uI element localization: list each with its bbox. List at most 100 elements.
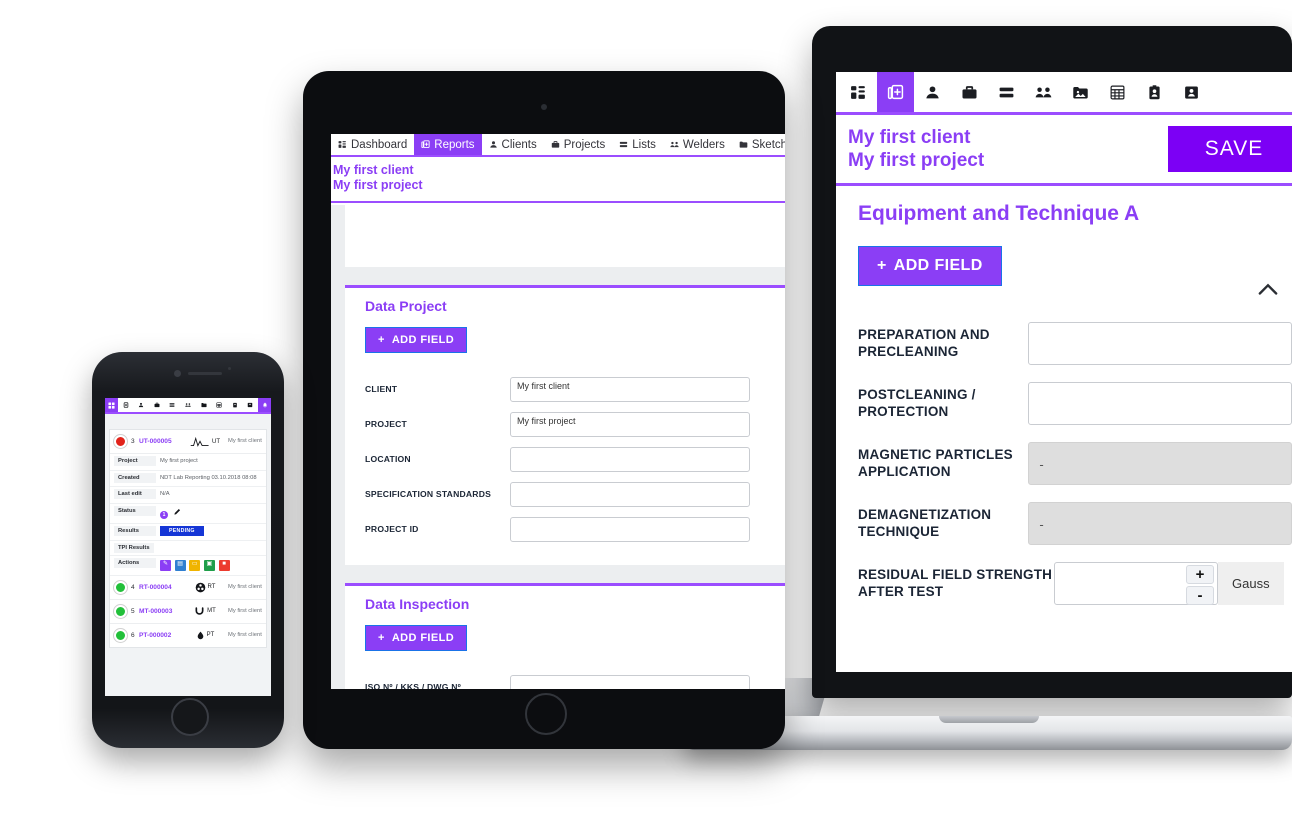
status-dot xyxy=(114,580,127,594)
add-field-button[interactable]: + ADD FIELD xyxy=(858,246,1002,286)
detail-key: Project xyxy=(114,456,156,466)
calculator-icon[interactable] xyxy=(211,402,227,408)
field-label: LOCATION xyxy=(365,453,411,464)
list-item[interactable]: 5 MT-000003 MT My first client xyxy=(110,600,266,624)
contact-card-icon[interactable] xyxy=(227,402,243,408)
edit-action[interactable]: ✎ xyxy=(160,559,171,571)
phone-device: 3 UT-000005 UT My first client Project M… xyxy=(92,352,284,748)
report-code[interactable]: PT-000002 xyxy=(139,632,182,639)
briefcase-icon[interactable] xyxy=(149,402,165,408)
person-icon[interactable] xyxy=(134,402,150,408)
nav-item-projects[interactable]: Projects xyxy=(544,134,613,155)
report-code[interactable]: RT-000004 xyxy=(139,584,182,591)
nav-item-dashboard[interactable]: Dashboard xyxy=(331,134,414,155)
delete-action[interactable]: ■ xyxy=(218,559,230,571)
nav-item-clients[interactable]: Clients xyxy=(482,134,544,155)
status-dot xyxy=(114,604,127,618)
phone-camera xyxy=(174,370,181,377)
page-title: Equipment and Technique A xyxy=(858,202,1140,225)
document-action[interactable]: ▤ xyxy=(174,559,186,571)
location-input[interactable] xyxy=(510,446,750,472)
form-field-row: SPECIFICATION STANDARDS xyxy=(365,481,785,507)
form-field-row: LOCATION xyxy=(365,446,785,472)
list-item[interactable]: 6 PT-000002 PT My first client xyxy=(110,624,266,647)
save-button[interactable]: SAVE xyxy=(1168,126,1292,172)
data-project-card: Data Project + ADD FIELD CLIENT My first… xyxy=(345,284,785,565)
dashboard-grid-icon[interactable] xyxy=(105,398,118,412)
report-code[interactable]: MT-000003 xyxy=(139,608,182,615)
stepper-decrement-button[interactable]: - xyxy=(1186,586,1214,605)
nav-item-sketches[interactable]: Sketches xyxy=(732,134,785,155)
detail-value: PENDING xyxy=(156,526,208,538)
specification-standards-input[interactable] xyxy=(510,481,750,507)
nav-label: Welders xyxy=(682,138,725,151)
form-field-row: PREPARATION AND PRECLEANING xyxy=(858,322,1292,365)
lists-icon[interactable] xyxy=(988,72,1025,112)
client-name: My first client xyxy=(228,607,262,614)
list-item[interactable]: 3 UT-000005 UT My first client xyxy=(110,430,266,454)
account-icon[interactable] xyxy=(1173,72,1210,112)
detail-key: Status xyxy=(114,505,156,516)
reports-list: 3 UT-000005 UT My first client Project M… xyxy=(105,414,271,696)
iso-kks-dwg-input[interactable] xyxy=(510,674,750,689)
laptop-header: My first client My first project SAVE xyxy=(836,115,1292,186)
laptop-toolbar xyxy=(836,72,1292,115)
group-icon[interactable] xyxy=(180,402,196,408)
contact-card-icon[interactable] xyxy=(1136,72,1173,112)
laptop-field-list: PREPARATION AND PRECLEANING POSTCLEANING… xyxy=(858,322,1292,605)
laptop-screen: My first client My first project SAVE Eq… xyxy=(836,72,1292,672)
nav-label: Sketches xyxy=(751,138,785,151)
chevron-up-icon[interactable] xyxy=(1254,276,1282,304)
stepper-increment-button[interactable]: + xyxy=(1186,565,1214,584)
demagnetization-technique-input[interactable]: - xyxy=(1028,502,1292,545)
sketches-image-icon[interactable] xyxy=(1062,72,1099,112)
plus-icon: + xyxy=(877,257,887,274)
phone-sensor xyxy=(228,367,231,370)
status-badge[interactable]: 1 xyxy=(160,510,168,519)
card-gap xyxy=(331,564,785,583)
reports-add-icon[interactable] xyxy=(877,72,914,112)
nav-item-reports[interactable]: Reports xyxy=(414,134,482,155)
comment-action[interactable]: ▭ xyxy=(189,559,201,571)
calculator-icon[interactable] xyxy=(1099,72,1136,112)
preparation-and-precleaning-input[interactable] xyxy=(1028,322,1292,365)
nav-item-lists[interactable]: Lists xyxy=(612,134,663,155)
magnetic-particles-application-input[interactable]: - xyxy=(1028,442,1292,485)
notification-bell-icon[interactable] xyxy=(258,398,271,412)
client-input[interactable]: My first client xyxy=(510,376,750,402)
account-icon[interactable] xyxy=(243,402,259,408)
welders-group-icon[interactable] xyxy=(1025,72,1062,112)
nav-item-welders[interactable]: Welders xyxy=(663,134,732,155)
unit-label: Gauss xyxy=(1218,562,1284,605)
list-item[interactable]: 4 RT-000004 RT My first client xyxy=(110,576,266,600)
ultrasonic-waveform-icon xyxy=(190,436,209,447)
dashboard-grid-icon[interactable] xyxy=(840,72,877,112)
projects-briefcase-icon[interactable] xyxy=(951,72,988,112)
export-action[interactable]: ▣ xyxy=(203,559,215,571)
form-field-row: PROJECT ID xyxy=(365,516,785,542)
phone-home-button[interactable] xyxy=(171,698,209,736)
tablet-home-button[interactable] xyxy=(525,693,567,735)
project-id-input[interactable] xyxy=(510,516,750,542)
detail-value: N/A xyxy=(160,491,170,498)
add-field-button[interactable]: + ADD FIELD xyxy=(365,624,468,651)
detail-value: 1 xyxy=(156,506,185,522)
nav-label: Clients xyxy=(501,138,537,151)
tablet-header: My first client My first project xyxy=(331,157,785,203)
plus-icon: + xyxy=(378,333,385,346)
clients-person-icon[interactable] xyxy=(914,72,951,112)
postcleaning-protection-input[interactable] xyxy=(1028,382,1292,425)
detail-value xyxy=(154,543,162,547)
form-field-row: CLIENT My first client xyxy=(365,376,785,402)
tablet-nav: Dashboard Reports Clients Projects Lists xyxy=(331,134,785,157)
phone-screen: 3 UT-000005 UT My first client Project M… xyxy=(105,398,271,696)
image-icon[interactable] xyxy=(196,402,212,408)
quantity-stepper: + - xyxy=(1054,562,1218,605)
project-input[interactable]: My first project xyxy=(510,411,750,437)
breadcrumb: My first client My first project xyxy=(333,163,785,194)
reports-add-icon[interactable] xyxy=(118,402,134,408)
list-icon[interactable] xyxy=(165,402,181,408)
report-code[interactable]: UT-000005 xyxy=(139,438,182,445)
add-field-button[interactable]: + ADD FIELD xyxy=(365,326,468,353)
card-gap xyxy=(331,266,785,285)
